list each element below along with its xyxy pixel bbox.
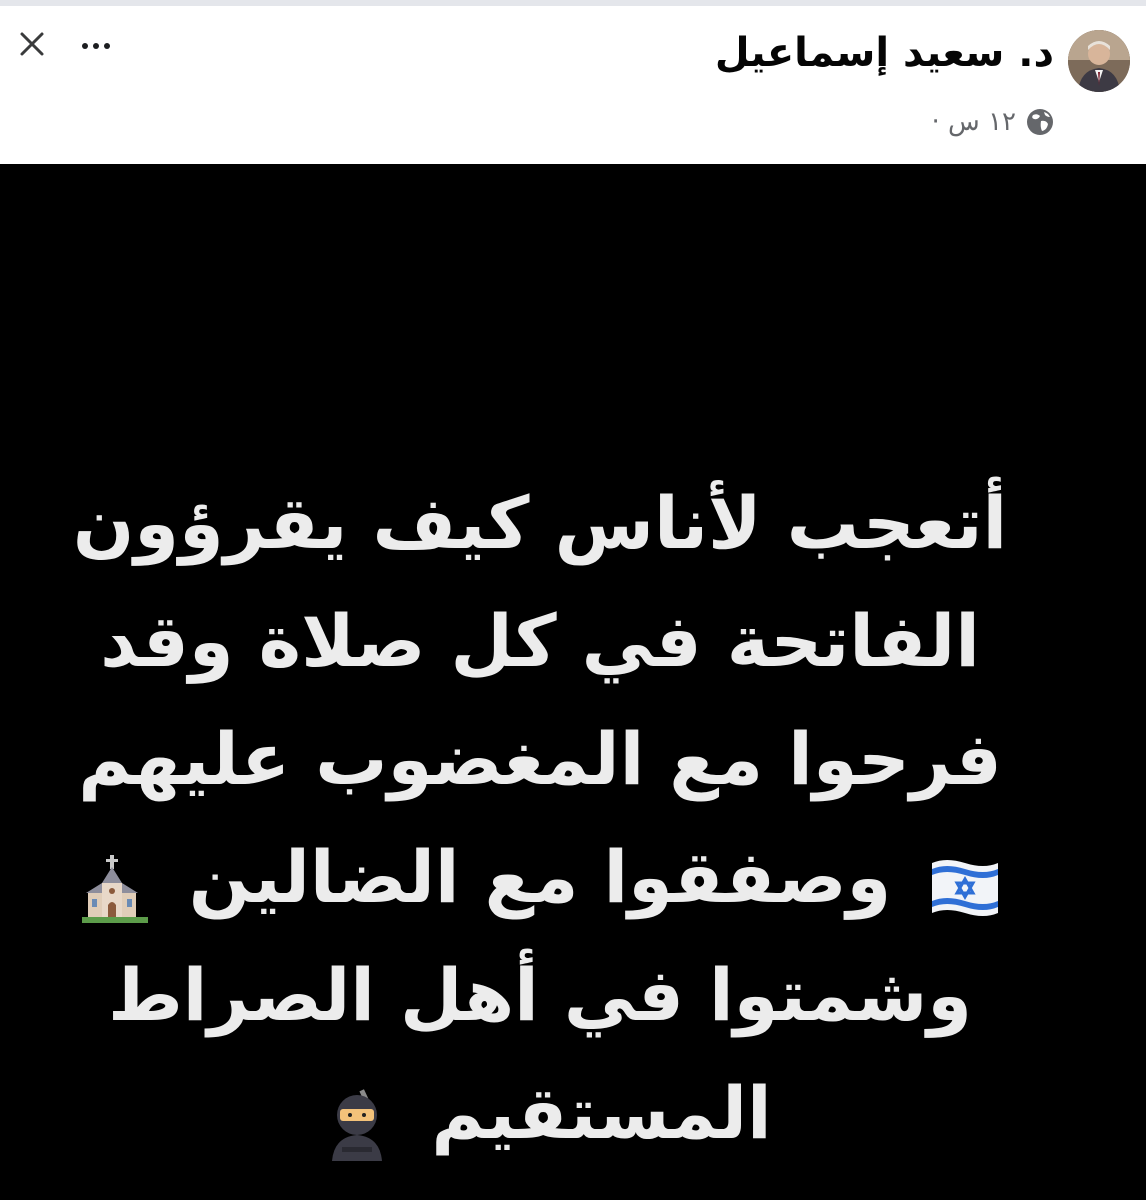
avatar[interactable] <box>1068 30 1130 92</box>
image-text-line: الفاتحة في كل صلاة وقد <box>100 599 980 683</box>
close-button[interactable] <box>14 28 50 64</box>
image-text: أتعجب لأناس كيف يقرؤون الفاتحة في كل صلا… <box>60 464 1020 1172</box>
author-name[interactable]: د. سعيد إسماعيل <box>715 30 1054 76</box>
close-icon <box>19 31 45 61</box>
image-text-line-with-emoji: المستقيم <box>60 1054 1020 1172</box>
israel-flag-icon <box>926 843 1004 921</box>
image-text-line: وشمتوا في أهل الصراط <box>108 953 972 1037</box>
avatar-photo <box>1068 30 1130 92</box>
globe-icon[interactable] <box>1024 106 1056 138</box>
church-icon <box>76 843 154 924</box>
ninja-icon <box>318 1079 396 1162</box>
image-text-line: وصفقوا مع الضالين <box>188 835 892 919</box>
post-image[interactable]: أتعجب لأناس كيف يقرؤون الفاتحة في كل صلا… <box>0 164 1146 1200</box>
post-header: د. سعيد إسماعيل ١٢ س · <box>0 6 1146 164</box>
post-meta: ١٢ س · <box>932 102 1056 142</box>
post-timestamp[interactable]: ١٢ س · <box>932 107 1016 137</box>
image-text-line-with-emojis: وصفقوا مع الضالين <box>60 818 1020 936</box>
more-options-button[interactable] <box>74 28 118 64</box>
image-text-line: فرحوا مع المغضوب عليهم <box>78 717 1002 801</box>
image-text-line: المستقيم <box>431 1071 772 1155</box>
image-text-line: أتعجب لأناس كيف يقرؤون <box>72 481 1008 565</box>
more-options-icon <box>82 43 88 49</box>
